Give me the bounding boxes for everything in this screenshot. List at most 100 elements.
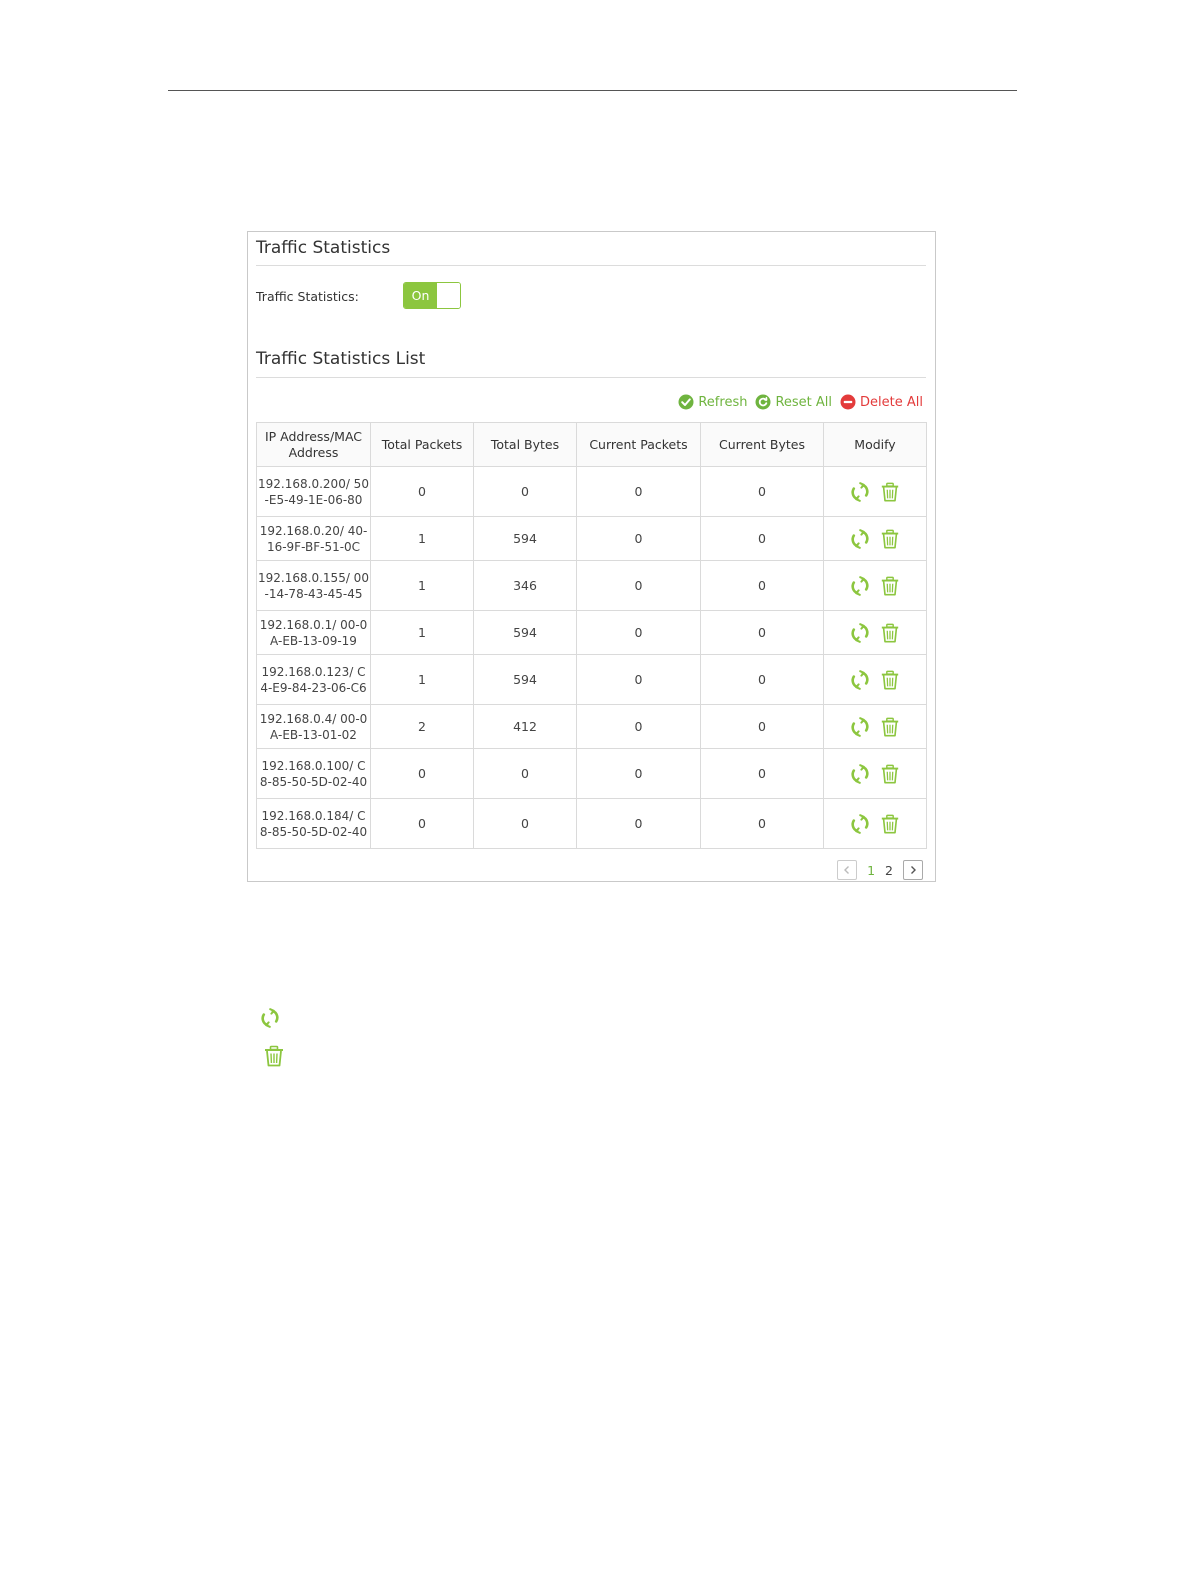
column-header-ip-mac: IP Address/MAC Address (256, 422, 371, 467)
refresh-icon (678, 394, 694, 410)
cell-ip-mac: 192.168.0.123/ C4-E9-84-23-06-C6 (256, 654, 371, 705)
next-page-button[interactable] (903, 860, 923, 880)
cell-total-bytes: 0 (473, 748, 577, 799)
page-2-link[interactable]: 2 (885, 863, 893, 878)
trash-icon[interactable] (880, 576, 900, 596)
reset-icon[interactable] (850, 669, 870, 690)
cell-current-bytes: 0 (700, 466, 824, 517)
trash-icon[interactable] (880, 717, 900, 737)
table-row: 192.168.0.123/ C4-E9-84-23-06-C6 1 594 0 0 (256, 654, 927, 705)
cell-total-packets: 1 (370, 610, 474, 655)
trash-icon[interactable] (880, 623, 900, 643)
reset-icon[interactable] (850, 575, 870, 596)
delete-all-button[interactable]: Delete All (840, 394, 923, 410)
table-row: 192.168.0.155/ 00-14-78-43-45-45 1 346 0 0 (256, 560, 927, 611)
row-actions (824, 813, 926, 834)
row-actions (824, 622, 926, 643)
table-row: 192.168.0.1/ 00-0A-EB-13-09-19 1 594 0 0 (256, 610, 927, 655)
cell-total-packets: 1 (370, 516, 474, 561)
cell-ip-mac: 192.168.0.155/ 00-14-78-43-45-45 (256, 560, 371, 611)
cell-total-bytes: 594 (473, 516, 577, 561)
delete-all-icon (840, 394, 856, 410)
pagination: 1 2 (837, 860, 923, 880)
cell-current-bytes: 0 (700, 704, 824, 749)
cell-modify (823, 516, 927, 561)
trash-icon[interactable] (880, 529, 900, 549)
column-header-current-packets: Current Packets (576, 422, 701, 467)
traffic-statistics-label: Traffic Statistics: (256, 289, 359, 304)
cell-ip-mac: 192.168.0.4/ 00-0A-EB-13-01-02 (256, 704, 371, 749)
cell-current-bytes: 0 (700, 610, 824, 655)
legend-reset-icon (260, 1008, 280, 1032)
table-row: 192.168.0.20/ 40-16-9F-BF-51-0C 1 594 0 0 (256, 516, 927, 561)
reset-icon[interactable] (850, 622, 870, 643)
cell-total-bytes: 594 (473, 654, 577, 705)
refresh-button[interactable]: Refresh (678, 394, 747, 410)
trash-icon[interactable] (880, 764, 900, 784)
cell-total-bytes: 0 (473, 798, 577, 849)
reset-icon[interactable] (850, 763, 870, 784)
cell-ip-mac: 192.168.0.184/ C8-85-50-5D-02-40 (256, 798, 371, 849)
cell-modify (823, 560, 927, 611)
cell-current-packets: 0 (576, 516, 701, 561)
cell-total-packets: 0 (370, 466, 474, 517)
chevron-right-icon (911, 866, 916, 874)
refresh-label: Refresh (698, 394, 748, 410)
cell-current-bytes: 0 (700, 560, 824, 611)
cell-total-packets: 1 (370, 560, 474, 611)
cell-total-packets: 2 (370, 704, 474, 749)
section-divider (256, 377, 926, 378)
reset-icon[interactable] (850, 481, 870, 502)
reset-icon[interactable] (850, 528, 870, 549)
reset-icon[interactable] (850, 813, 870, 834)
toggle-knob (438, 283, 460, 308)
trash-icon[interactable] (880, 814, 900, 834)
reset-icon[interactable] (850, 716, 870, 737)
cell-current-packets: 0 (576, 654, 701, 705)
cell-current-bytes: 0 (700, 516, 824, 561)
table-header-row: IP Address/MAC Address Total Packets Tot… (256, 422, 927, 467)
cell-current-bytes: 0 (700, 798, 824, 849)
legend-trash-icon (263, 1045, 285, 1071)
section-title-traffic-statistics-list: Traffic Statistics List (256, 349, 426, 369)
reset-all-button[interactable]: Reset All (755, 394, 832, 410)
cell-total-bytes: 412 (473, 704, 577, 749)
cell-modify (823, 748, 927, 799)
traffic-statistics-panel: Traffic Statistics Traffic Statistics: O… (247, 231, 936, 882)
cell-current-packets: 0 (576, 466, 701, 517)
section-title-traffic-statistics: Traffic Statistics (256, 238, 391, 258)
row-actions (824, 575, 926, 596)
column-header-total-packets: Total Packets (370, 422, 474, 467)
chevron-left-icon (844, 866, 850, 874)
cell-total-bytes: 0 (473, 466, 577, 517)
cell-ip-mac: 192.168.0.100/ C8-85-50-5D-02-40 (256, 748, 371, 799)
cell-current-packets: 0 (576, 610, 701, 655)
header-divider (168, 90, 1017, 91)
table-row: 192.168.0.200/ 50-E5-49-1E-06-80 0 0 0 0 (256, 466, 927, 517)
column-header-total-bytes: Total Bytes (473, 422, 577, 467)
row-actions (824, 763, 926, 784)
cell-modify (823, 704, 927, 749)
trash-icon[interactable] (880, 670, 900, 690)
cell-ip-mac: 192.168.0.1/ 00-0A-EB-13-09-19 (256, 610, 371, 655)
page-1-link[interactable]: 1 (867, 863, 875, 878)
prev-page-button[interactable] (837, 860, 858, 880)
delete-all-label: Delete All (860, 394, 923, 410)
cell-modify (823, 610, 927, 655)
table-row: 192.168.0.100/ C8-85-50-5D-02-40 0 0 0 0 (256, 748, 927, 799)
table-row: 192.168.0.4/ 00-0A-EB-13-01-02 2 412 0 0 (256, 704, 927, 749)
column-header-current-bytes: Current Bytes (700, 422, 824, 467)
reset-all-label: Reset All (775, 394, 833, 410)
traffic-statistics-toggle[interactable]: On (403, 282, 461, 309)
toggle-on-label: On (404, 283, 437, 308)
row-actions (824, 481, 926, 502)
section-divider (256, 265, 926, 266)
cell-current-bytes: 0 (700, 748, 824, 799)
cell-current-packets: 0 (576, 798, 701, 849)
cell-total-packets: 1 (370, 654, 474, 705)
traffic-statistics-table: IP Address/MAC Address Total Packets Tot… (256, 422, 927, 849)
trash-icon[interactable] (880, 482, 900, 502)
cell-modify (823, 798, 927, 849)
cell-current-bytes: 0 (700, 654, 824, 705)
list-actions: Refresh Reset All Delete All (678, 394, 923, 410)
